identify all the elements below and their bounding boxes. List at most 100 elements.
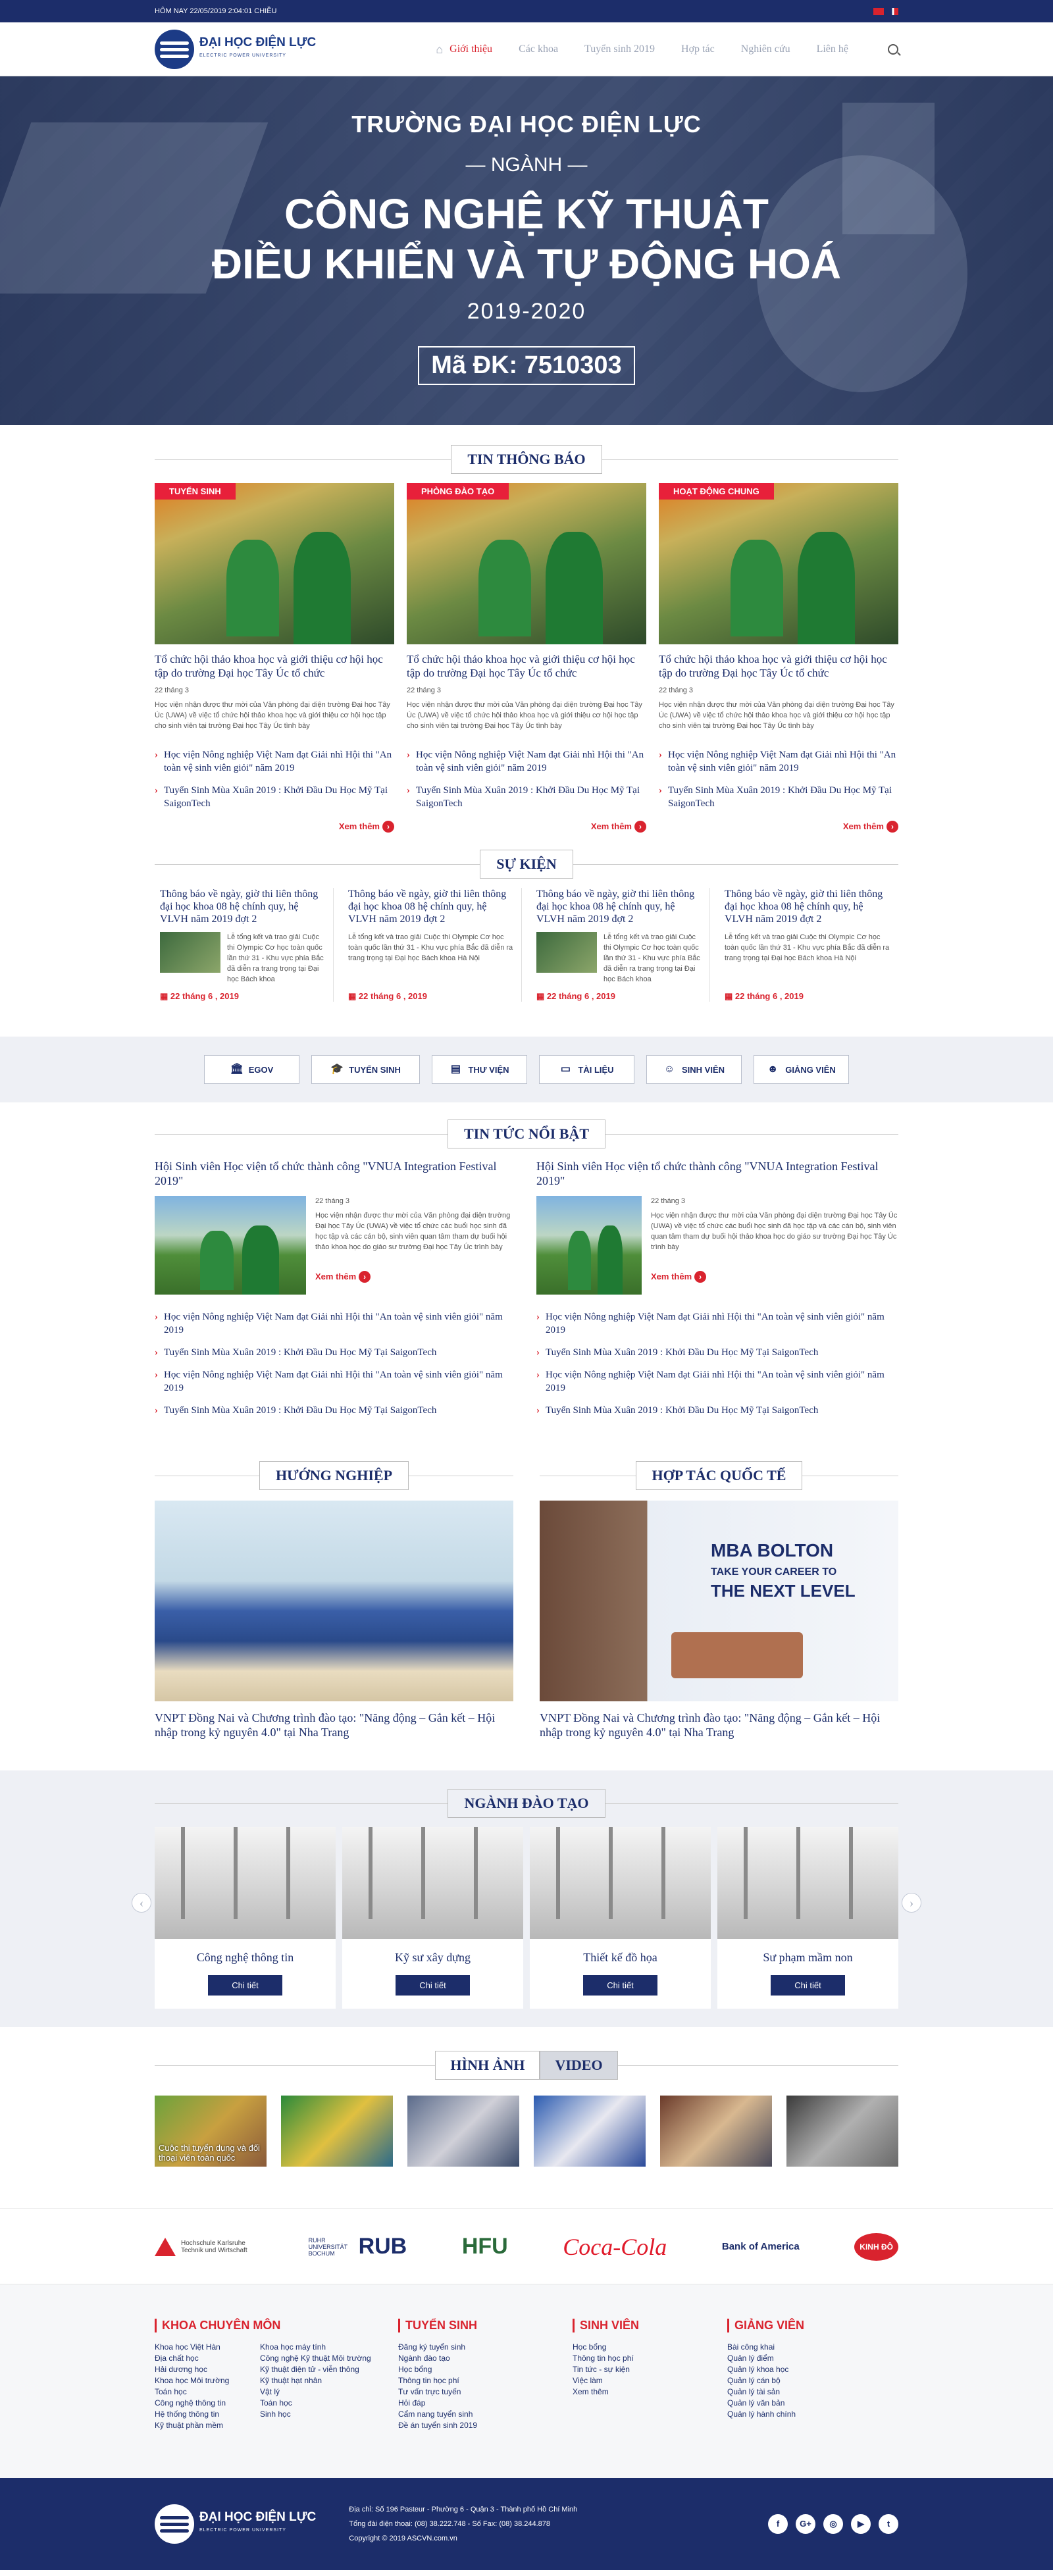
nav-research[interactable]: Nghiên cứu (741, 43, 790, 55)
notice-headline[interactable]: Tổ chức hội thảo khoa học và giới thiệu … (155, 652, 394, 680)
uk-flag-icon[interactable] (888, 7, 898, 15)
major-name[interactable]: Sư phạm mầm non (717, 1951, 898, 1965)
search-icon[interactable] (888, 44, 898, 55)
notice-tag[interactable]: TUYỂN SINH (155, 483, 236, 500)
notice-link[interactable]: Tuyển Sinh Mùa Xuân 2019 : Khởi Đầu Du H… (659, 784, 898, 810)
footer-link[interactable]: Kỹ thuật điện tử - viễn thông (260, 2364, 371, 2375)
see-more-link[interactable]: Xem thêm › (651, 1271, 707, 1283)
footer-link[interactable]: Kỹ thuật phần mềm (155, 2420, 260, 2431)
nav-admissions[interactable]: Tuyển sinh 2019 (584, 43, 655, 55)
footer-link[interactable]: Quản lý tài sản (727, 2386, 898, 2398)
major-image[interactable] (155, 1827, 336, 1939)
news-link[interactable]: Tuyển Sinh Mùa Xuân 2019 : Khởi Đầu Du H… (155, 1404, 517, 1417)
gallery-thumb[interactable] (281, 2096, 393, 2167)
footer-link[interactable]: Tin tức - sự kiện (573, 2364, 727, 2375)
major-image[interactable] (717, 1827, 898, 1939)
footer-link[interactable]: Đề án tuyển sinh 2019 (398, 2420, 573, 2431)
see-more-link[interactable]: Xem thêm › (843, 821, 898, 833)
partner-logo[interactable]: Bank of America (722, 2241, 800, 2253)
notice-link[interactable]: Tuyển Sinh Mùa Xuân 2019 : Khởi Đầu Du H… (407, 784, 646, 810)
footer-link[interactable]: Kỹ thuật hạt nhân (260, 2375, 371, 2386)
footer-link[interactable]: Sinh học (260, 2409, 371, 2420)
footer-link[interactable]: Công nghệ thông tin (155, 2398, 260, 2409)
partner-logo[interactable]: Coca-Cola (563, 2233, 667, 2261)
twitter-icon[interactable]: t (879, 2514, 898, 2534)
nav-faculties[interactable]: Các khoa (519, 43, 558, 55)
see-more-link[interactable]: Xem thêm › (339, 821, 394, 833)
notice-link[interactable]: Tuyển Sinh Mùa Xuân 2019 : Khởi Đầu Du H… (155, 784, 394, 810)
footer-link[interactable]: Đăng ký tuyển sinh (398, 2342, 573, 2353)
notice-image[interactable]: TUYỂN SINH (155, 483, 394, 644)
footer-link[interactable]: Hệ thống thông tin (155, 2409, 260, 2420)
notice-link[interactable]: Học viện Nông nghiệp Việt Nam đạt Giải n… (407, 748, 646, 775)
major-name[interactable]: Thiết kế đồ họa (530, 1951, 711, 1965)
footer-link[interactable]: Địa chất học (155, 2353, 260, 2364)
news-link[interactable]: Học viện Nông nghiệp Việt Nam đạt Giải n… (155, 1310, 517, 1337)
footer-link[interactable]: Vật lý (260, 2386, 371, 2398)
major-detail-button[interactable]: Chi tiết (396, 1975, 470, 1996)
google-plus-icon[interactable]: G+ (796, 2514, 815, 2534)
gallery-thumb[interactable] (534, 2096, 646, 2167)
tab-video[interactable]: VIDEO (540, 2051, 618, 2080)
major-detail-button[interactable]: Chi tiết (771, 1975, 845, 1996)
footer-link[interactable]: Cẩm nang tuyển sinh (398, 2409, 573, 2420)
career-caption[interactable]: VNPT Đồng Nai và Chương trình đào tạo: "… (155, 1711, 513, 1739)
logo[interactable]: ĐẠI HỌC ĐIỆN LỰC ELECTRIC POWER UNIVERSIT… (155, 30, 316, 69)
footer-link[interactable]: Hải dương học (155, 2364, 260, 2375)
major-name[interactable]: Công nghệ thông tin (155, 1951, 336, 1965)
footer-link[interactable]: Toán học (155, 2386, 260, 2398)
gallery-thumb[interactable] (786, 2096, 898, 2167)
footer-logo[interactable]: ĐẠI HỌC ĐIỆN LỰC ELECTRIC POWER UNIVERSIT… (155, 2504, 316, 2544)
quicklink-library[interactable]: ▤ THƯ VIỆN (432, 1055, 527, 1084)
gallery-thumb[interactable]: Cuộc thi tuyển dụng và đối thoại viên to… (155, 2096, 267, 2167)
footer-link[interactable]: Toán học (260, 2398, 371, 2409)
event-thumbnail[interactable] (160, 932, 220, 973)
quicklink-lecturers[interactable]: ☻ GIẢNG VIÊN (754, 1055, 849, 1084)
notice-image[interactable]: HOẠT ĐỘNG CHUNG (659, 483, 898, 644)
home-icon[interactable]: ⌂ (436, 43, 443, 57)
major-image[interactable] (530, 1827, 711, 1939)
footer-link[interactable]: Quản lý hành chính (727, 2409, 898, 2420)
major-detail-button[interactable]: Chi tiết (208, 1975, 282, 1996)
footer-link[interactable]: Hỏi đáp (398, 2398, 573, 2409)
event-headline[interactable]: Thông báo về ngày, giờ thi liên thông đạ… (536, 888, 704, 925)
nav-cooperation[interactable]: Hợp tác (681, 43, 715, 55)
career-image[interactable] (155, 1501, 513, 1701)
see-more-link[interactable]: Xem thêm › (315, 1271, 371, 1283)
intl-image[interactable]: MBA BOLTON TAKE YOUR CAREER TO THE NEXT … (540, 1501, 898, 1701)
notice-headline[interactable]: Tổ chức hội thảo khoa học và giới thiệu … (407, 652, 646, 680)
partner-logo[interactable]: RUHR UNIVERSITÄT BOCHUM RUB (309, 2234, 407, 2259)
news-headline[interactable]: Hội Sinh viên Học viện tổ chức thành côn… (536, 1159, 898, 1188)
footer-link[interactable]: Việc làm (573, 2375, 727, 2386)
news-link[interactable]: Học viện Nông nghiệp Việt Nam đạt Giải n… (155, 1368, 517, 1395)
notice-link[interactable]: Học viện Nông nghiệp Việt Nam đạt Giải n… (659, 748, 898, 775)
news-image[interactable] (155, 1196, 306, 1295)
partner-logo[interactable]: HFU (462, 2234, 508, 2259)
nav-contact[interactable]: Liên hệ (817, 43, 848, 55)
news-link[interactable]: Tuyển Sinh Mùa Xuân 2019 : Khởi Đầu Du H… (155, 1346, 517, 1359)
major-image[interactable] (342, 1827, 523, 1939)
major-detail-button[interactable]: Chi tiết (583, 1975, 657, 1996)
notice-tag[interactable]: PHÒNG ĐÀO TẠO (407, 483, 509, 500)
news-image[interactable] (536, 1196, 642, 1295)
event-headline[interactable]: Thông báo về ngày, giờ thi liên thông đạ… (725, 888, 893, 925)
gallery-thumb[interactable] (660, 2096, 772, 2167)
youtube-icon[interactable]: ▶ (851, 2514, 871, 2534)
vn-flag-icon[interactable] (873, 7, 884, 15)
footer-link[interactable]: Tư vấn trực tuyến (398, 2386, 573, 2398)
facebook-icon[interactable]: f (768, 2514, 788, 2534)
event-headline[interactable]: Thông báo về ngày, giờ thi liên thông đạ… (160, 888, 328, 925)
event-thumbnail[interactable] (536, 932, 597, 973)
notice-headline[interactable]: Tổ chức hội thảo khoa học và giới thiệu … (659, 652, 898, 680)
instagram-icon[interactable]: ◎ (823, 2514, 843, 2534)
tab-images[interactable]: HÌNH ẢNH (435, 2051, 540, 2080)
footer-link[interactable]: Ngành đào tạo (398, 2353, 573, 2364)
footer-link[interactable]: Học bổng (573, 2342, 727, 2353)
partner-logo[interactable]: Hochschule Karlsruhe Technik und Wirtsch… (155, 2237, 253, 2256)
notice-image[interactable]: PHÒNG ĐÀO TẠO (407, 483, 646, 644)
news-headline[interactable]: Hội Sinh viên Học viện tổ chức thành côn… (155, 1159, 517, 1188)
quicklink-egov[interactable]: 🏛 EGOV (204, 1055, 299, 1084)
footer-link[interactable]: Quản lý văn bản (727, 2398, 898, 2409)
news-link[interactable]: Tuyển Sinh Mùa Xuân 2019 : Khởi Đầu Du H… (536, 1346, 898, 1359)
chevron-left-icon[interactable]: ‹ (132, 1893, 151, 1913)
